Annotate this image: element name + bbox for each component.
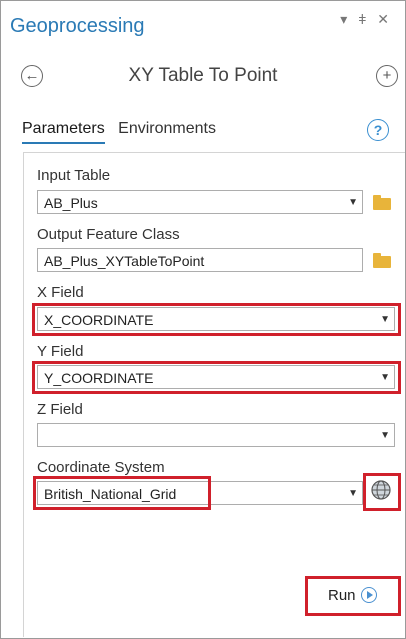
x-field-label: X Field xyxy=(37,284,84,301)
output-feature-class-value: AB_Plus_XYTableToPoint xyxy=(44,253,205,269)
folder-icon[interactable] xyxy=(373,253,391,268)
dropdown-arrow-icon[interactable]: ▼ xyxy=(380,308,390,332)
tab-environments[interactable]: Environments xyxy=(118,120,216,142)
run-button[interactable]: Run xyxy=(309,580,395,612)
close-icon[interactable]: ✕ xyxy=(377,11,389,27)
play-icon xyxy=(361,587,377,603)
output-feature-class-label: Output Feature Class xyxy=(37,226,180,243)
tool-title: XY Table To Point xyxy=(128,65,278,86)
folder-icon[interactable] xyxy=(373,195,391,210)
parameters-panel xyxy=(23,152,405,637)
coordinate-system-select[interactable]: British_National_Grid ▼ xyxy=(37,481,363,505)
globe-icon[interactable] xyxy=(370,479,392,501)
pin-icon[interactable]: ǂ xyxy=(358,11,366,27)
geoprocessing-pane: Geoprocessing ▾ ǂ ✕ ← XY Table To Point … xyxy=(0,0,406,639)
y-field-value: Y_COORDINATE xyxy=(44,370,154,386)
z-field-label: Z Field xyxy=(37,401,83,418)
add-icon[interactable]: + xyxy=(376,65,398,87)
x-field-select[interactable]: X_COORDINATE ▼ xyxy=(37,307,395,331)
output-feature-class-field[interactable]: AB_Plus_XYTableToPoint xyxy=(37,248,363,272)
dropdown-arrow-icon[interactable]: ▼ xyxy=(348,482,358,506)
pane-controls: ▾ ǂ ✕ xyxy=(333,11,389,28)
run-label: Run xyxy=(328,587,356,604)
tab-parameters[interactable]: Parameters xyxy=(22,120,105,144)
y-field-select[interactable]: Y_COORDINATE ▼ xyxy=(37,365,395,389)
help-icon[interactable]: ? xyxy=(367,119,389,141)
y-field-label: Y Field xyxy=(37,343,84,360)
dropdown-arrow-icon[interactable]: ▼ xyxy=(380,424,390,448)
dropdown-arrow-icon[interactable]: ▼ xyxy=(348,191,358,215)
coordinate-system-label: Coordinate System xyxy=(37,459,165,476)
coordinate-system-value: British_National_Grid xyxy=(44,486,177,502)
input-table-label: Input Table xyxy=(37,167,111,184)
x-field-value: X_COORDINATE xyxy=(44,312,154,328)
input-table-select[interactable]: AB_Plus ▼ xyxy=(37,190,363,214)
chevron-down-icon[interactable]: ▾ xyxy=(340,11,347,27)
input-table-value: AB_Plus xyxy=(44,195,98,211)
pane-title: Geoprocessing xyxy=(10,15,145,37)
dropdown-arrow-icon[interactable]: ▼ xyxy=(380,366,390,390)
tab-bar: Parameters Environments xyxy=(22,120,225,144)
z-field-select[interactable]: ▼ xyxy=(37,423,395,447)
